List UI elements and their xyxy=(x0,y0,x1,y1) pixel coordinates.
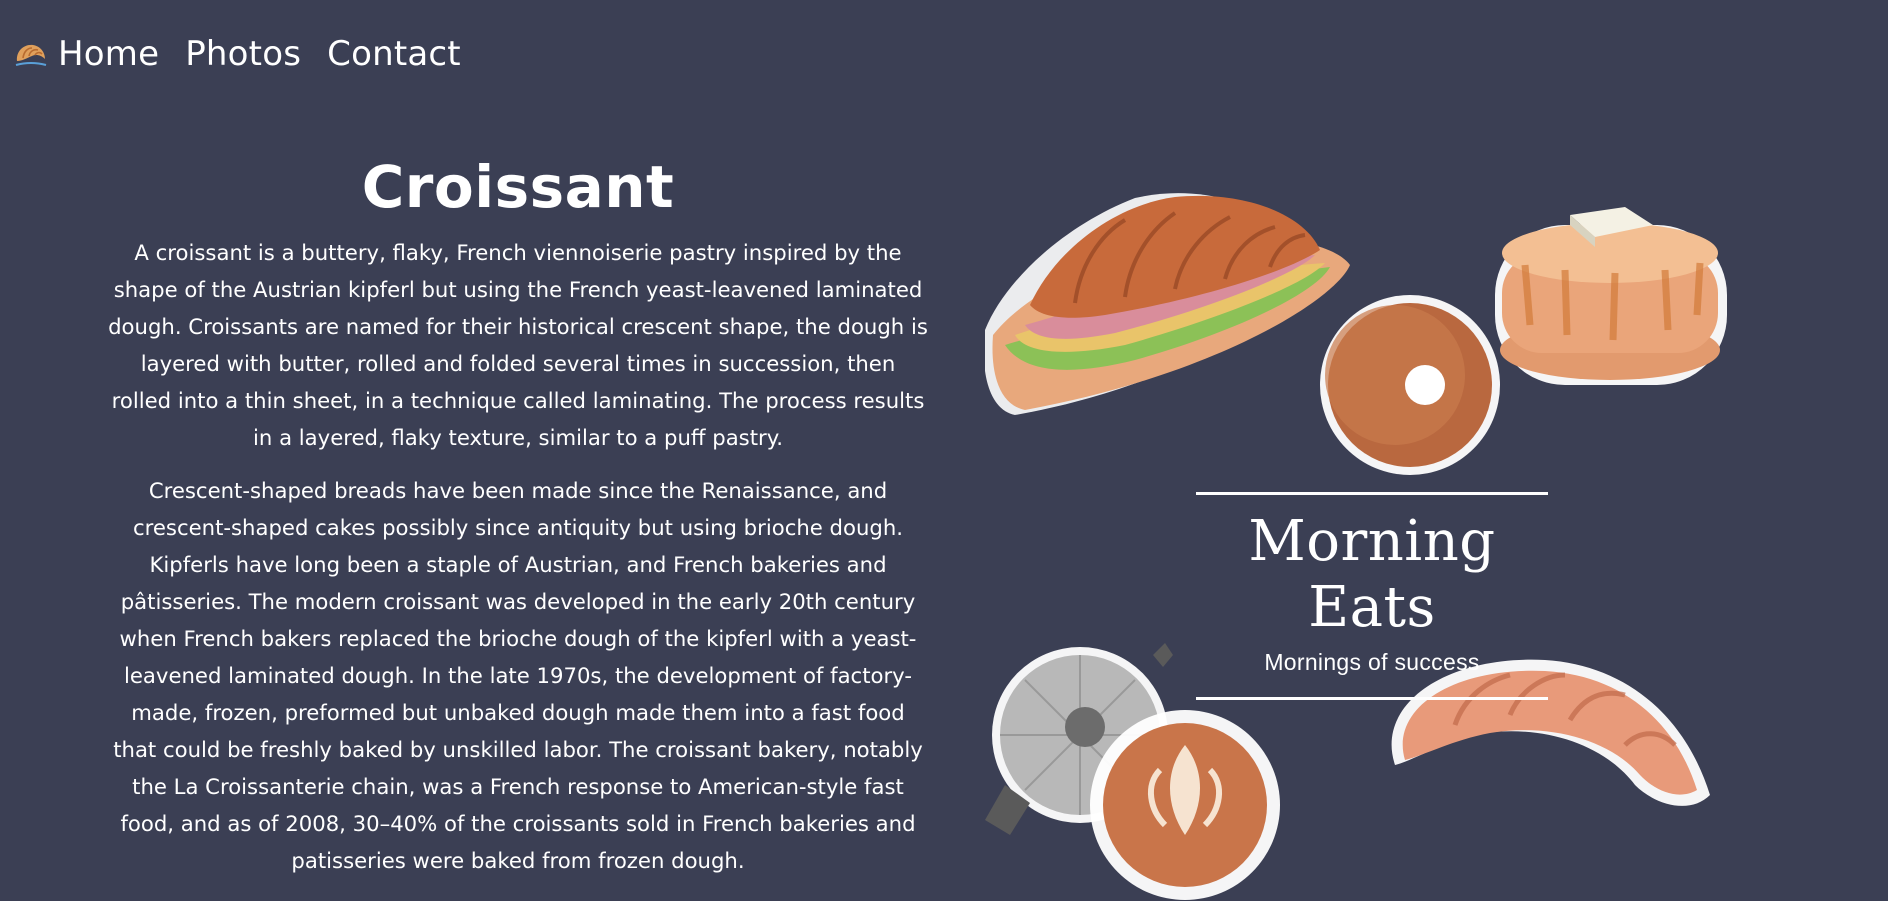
article: Croissant A croissant is a buttery, flak… xyxy=(108,150,928,895)
donut-icon xyxy=(1320,295,1500,475)
croissant-icon[interactable] xyxy=(14,39,48,69)
croissant-sandwich-icon xyxy=(985,193,1350,415)
article-title: Croissant xyxy=(361,153,675,221)
latte-icon xyxy=(1090,710,1280,900)
brand-rule-bottom xyxy=(1196,697,1548,700)
page: Home Photos Contact Croissant A croissan… xyxy=(0,0,1888,901)
nav-link-photos[interactable]: Photos xyxy=(185,30,301,78)
brand-tagline: Mornings of success xyxy=(1264,649,1480,675)
brand-title: Morning Eats xyxy=(1248,509,1496,640)
brand-rule-top xyxy=(1196,492,1548,495)
nav-link-home[interactable]: Home xyxy=(58,30,159,78)
pancakes-icon xyxy=(1495,207,1727,385)
article-paragraph-2: Crescent-shaped breads have been made si… xyxy=(113,478,923,873)
brand-block: Morning Eats Mornings of success xyxy=(1196,492,1548,700)
nav-link-contact[interactable]: Contact xyxy=(327,30,461,78)
article-paragraph-1: A croissant is a buttery, flaky, French … xyxy=(108,240,928,450)
top-nav: Home Photos Contact xyxy=(14,30,487,78)
